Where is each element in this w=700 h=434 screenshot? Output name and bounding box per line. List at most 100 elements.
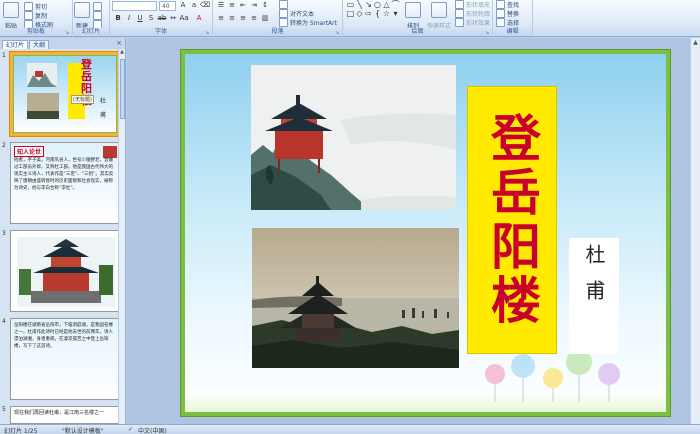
shrink-font-icon[interactable]: a (189, 1, 199, 10)
thumbnail-slide-4[interactable]: 岳阳楼在湖南省岳阳市，下临洞庭湖，是我国名楼之一。杜甫作此诗时已经是他去世的前两… (10, 318, 120, 400)
shape-effects-button[interactable]: 形状效果 (455, 18, 490, 27)
binoculars-icon (496, 0, 505, 9)
thumbnail-2-text: 他者，字子美，河南巩县人，世号少陵野老，曾做过工部员外郎，又称杜工部。他是我国古… (14, 158, 114, 191)
shape-arrow-icon[interactable]: ↘ (364, 1, 373, 9)
font-launcher-icon[interactable]: ↘ (205, 30, 211, 36)
text-direction-button[interactable] (279, 0, 288, 9)
tab-outline[interactable]: 大纲 (29, 40, 50, 49)
font-color-icon[interactable]: A (194, 14, 204, 23)
thumbnail-slide-1[interactable]: 登岳阳楼 杜甫 (无标题) (10, 52, 120, 136)
strikethrough-icon[interactable]: ab (157, 14, 167, 23)
bullets-icon[interactable]: ☰ (216, 1, 226, 10)
paragraph-group: ☰ ≡ ⇤ ⇥ ↕ 对齐文本 转换为 SmartArt ≡ ≡ ≡ ≡ ▥ 段落… (213, 0, 343, 37)
italic-icon[interactable]: I (124, 14, 134, 23)
columns-icon[interactable]: ▥ (260, 14, 270, 23)
align-text-button[interactable]: 对齐文本 (279, 9, 314, 18)
numbering-icon[interactable]: ≡ (227, 1, 237, 10)
panel-scrollbar[interactable]: ▲ (118, 49, 125, 424)
copy-icon (24, 11, 33, 20)
cut-button[interactable]: 剪切 (24, 2, 47, 11)
justify-icon[interactable]: ≡ (249, 14, 259, 23)
scissors-icon (24, 2, 33, 11)
shape-line-icon[interactable]: ╲ (355, 1, 364, 9)
shape-star-icon[interactable]: ☆ (382, 10, 391, 18)
font-group: 40 A a ⌫ B I U S ab ↔ Aa A 字体 ↘ (110, 0, 213, 37)
close-icon[interactable]: × (116, 39, 122, 47)
thumbnail-number: 4 (2, 318, 6, 325)
thumbnail-number: 2 (2, 142, 6, 149)
paragraph-launcher-icon[interactable]: ↘ (335, 30, 341, 36)
change-case-icon[interactable]: Aa (179, 14, 189, 23)
drawing-launcher-icon[interactable]: ↘ (485, 30, 491, 36)
arrange-icon (405, 2, 421, 18)
editing-group-label: 编辑 (493, 28, 532, 36)
shape-fill-button[interactable]: 形状填充 (455, 0, 490, 9)
scrollbar-thumb[interactable] (120, 59, 125, 119)
convert-smartart-button[interactable]: 转换为 SmartArt (279, 18, 337, 27)
font-name-combo[interactable] (112, 1, 157, 11)
new-slide-icon (74, 2, 90, 18)
shape-outline-button[interactable]: 形状轮廓 (455, 9, 490, 18)
status-bar: 幻灯片 1/25 "默认设计模板" ✓ 中文(中国) (0, 424, 700, 434)
quick-styles-button[interactable]: 快速样式 (427, 2, 451, 30)
scroll-up-icon[interactable]: ▲ (691, 38, 700, 47)
char-spacing-icon[interactable]: ↔ (168, 14, 178, 23)
select-button[interactable]: 选择 (496, 18, 519, 27)
paste-button[interactable]: 粘贴 (3, 2, 19, 30)
shadow-icon[interactable]: S (146, 14, 156, 23)
pavilion-painting-image (251, 65, 456, 210)
new-slide-button[interactable]: 新建 (74, 2, 90, 30)
line-spacing-icon[interactable]: ↕ (260, 1, 270, 10)
effects-icon (455, 18, 464, 27)
align-right-icon[interactable]: ≡ (238, 14, 248, 23)
fill-icon (455, 0, 464, 9)
reset-button[interactable] (93, 11, 102, 20)
copy-button[interactable]: 复制 (24, 11, 47, 20)
align-center-icon[interactable]: ≡ (227, 14, 237, 23)
align-left-icon[interactable]: ≡ (216, 14, 226, 23)
bold-icon[interactable]: B (113, 14, 123, 23)
shape-triangle-icon[interactable]: △ (382, 1, 391, 9)
replace-icon (496, 9, 505, 18)
slides-group: 新建 幻灯片 (73, 0, 110, 37)
shape-oval-icon[interactable]: ○ (373, 1, 382, 9)
shape-square-icon[interactable]: □ (346, 10, 355, 18)
thumbnail-slide-2[interactable]: 知人论世 他者，字子美，河南巩县人，世号少陵野老，曾做过工部员外郎，又称杜工部。… (10, 142, 120, 224)
current-slide[interactable]: 登岳阳楼 杜甫 (181, 50, 670, 416)
underline-icon[interactable]: U (135, 14, 145, 23)
title-placeholder[interactable]: 登岳阳楼 (467, 86, 557, 354)
thumbnail-5-text: 现在我们再回读杜甫，是江南三名楼之一 (14, 410, 105, 416)
select-icon (496, 18, 505, 27)
thumbnail-slide-3[interactable] (10, 230, 120, 312)
clipboard-group: 粘贴 剪切 复制 格式刷 剪贴板 ↘ (0, 0, 73, 37)
clipboard-launcher-icon[interactable]: ↘ (65, 30, 71, 36)
editor-scrollbar[interactable]: ▲ (690, 38, 700, 424)
spellcheck-icon[interactable]: ✓ (128, 426, 133, 433)
font-group-label: 字体 (110, 28, 212, 36)
find-button[interactable]: 查找 (496, 0, 519, 9)
clear-format-icon[interactable]: ⌫ (200, 1, 210, 10)
thumbnail-slide-5[interactable]: 现在我们再回读杜甫，是江南三名楼之一 (10, 406, 120, 424)
shape-more-icon[interactable]: ▾ (391, 10, 400, 18)
decrease-indent-icon[interactable]: ⇤ (238, 1, 248, 10)
arrange-button[interactable]: 排列 (405, 2, 421, 30)
font-size-combo[interactable]: 40 (159, 1, 176, 11)
thumbnail-tooltip: (无标题) (71, 95, 94, 104)
tab-slides[interactable]: 幻灯片 (2, 40, 29, 49)
thumbnail-3-pavilion-image (11, 231, 119, 311)
increase-indent-icon[interactable]: ⇥ (249, 1, 259, 10)
status-theme: "默认设计模板" (62, 428, 104, 434)
shape-arrow-right-icon[interactable]: ⇨ (364, 10, 373, 18)
reset-icon (93, 11, 102, 20)
layout-button[interactable] (93, 2, 102, 11)
scroll-up-icon[interactable]: ▲ (119, 49, 125, 56)
paragraph-group-label: 段落 (213, 28, 342, 36)
shape-diamond-icon[interactable]: ◇ (355, 10, 364, 18)
quick-styles-icon (431, 2, 447, 18)
grow-font-icon[interactable]: A (178, 1, 188, 10)
author-placeholder[interactable]: 杜甫 (569, 238, 619, 354)
shape-rect-icon[interactable]: ▭ (346, 1, 355, 9)
replace-button[interactable]: 替换 (496, 9, 519, 18)
shape-curve-icon[interactable]: ⌒ (391, 1, 400, 9)
shape-brace-icon[interactable]: { (373, 10, 382, 18)
